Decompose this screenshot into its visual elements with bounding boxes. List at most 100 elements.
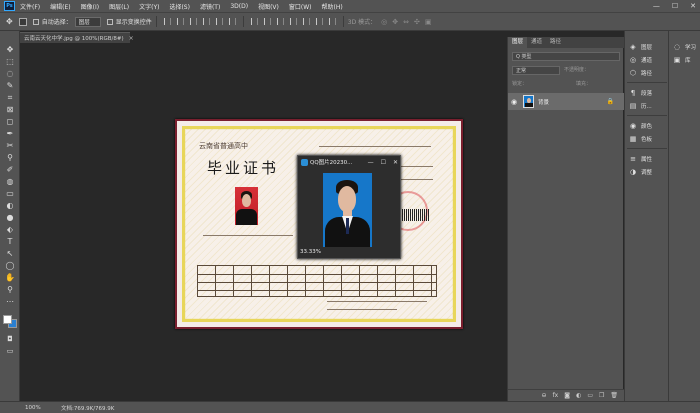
3d-mode-label: 3D 模式： — [347, 19, 377, 26]
align-top-icon[interactable] — [202, 18, 210, 25]
visibility-eye-icon[interactable]: ◉ — [511, 98, 519, 106]
frame-tool-icon[interactable]: ⊠ — [5, 105, 15, 114]
shape-tool-icon[interactable]: ◯ — [5, 261, 15, 270]
auto-select-checkbox[interactable] — [32, 18, 39, 25]
channels-icon: ◎ — [629, 56, 637, 64]
edit-toolbar-icon[interactable]: ⋯ — [5, 297, 15, 306]
marquee-tool-icon[interactable]: ⬚ — [5, 57, 15, 66]
photo-face — [242, 194, 251, 207]
align-left-icon[interactable] — [163, 18, 171, 25]
adjustments-icon: ◑ — [629, 168, 637, 176]
minimize-button[interactable]: — — [653, 2, 660, 10]
tab-layers[interactable]: 图层 — [508, 37, 528, 48]
document-tab[interactable]: 云南云天化中学.jpg @ 100%(RGB/8#) × — [20, 32, 134, 43]
viewer-maximize-button[interactable]: ☐ — [381, 159, 386, 166]
layer-row-background[interactable]: ◉ 背景 🔒 — [508, 93, 624, 110]
viewer-minimize-button[interactable]: — — [368, 159, 374, 166]
align-right-icon[interactable] — [189, 18, 197, 25]
panel-history-button[interactable]: ▤ 历... — [629, 101, 652, 111]
path-select-tool-icon[interactable]: ↖ — [5, 249, 15, 258]
show-transform-checkbox[interactable] — [106, 18, 113, 25]
close-button[interactable]: ✕ — [690, 2, 696, 10]
eyedropper-tool-icon[interactable]: ◻ — [5, 117, 15, 126]
panel-paragraph-button[interactable]: ¶ 段落 — [629, 88, 652, 98]
panel-layers-button[interactable]: ◈ 图层 — [629, 42, 652, 52]
menu-3d[interactable]: 3D(D) — [230, 3, 248, 10]
blur-tool-icon[interactable]: ◐ — [5, 201, 15, 210]
panel-properties-button[interactable]: ≡ 属性 — [629, 154, 652, 164]
menu-image[interactable]: 图像(I) — [81, 2, 99, 11]
viewer-close-button[interactable]: ✕ — [393, 159, 398, 166]
new-group-icon[interactable]: ▭ — [587, 392, 593, 399]
tab-channels[interactable]: 通道 — [527, 37, 546, 48]
properties-icon: ≡ — [630, 155, 636, 163]
dodge-tool-icon[interactable]: ● — [5, 213, 15, 222]
history-brush-tool-icon[interactable]: ✐ — [5, 165, 15, 174]
thumb-suit — [525, 103, 533, 107]
distribute-top-icon[interactable] — [250, 18, 258, 25]
viewer-titlebar[interactable]: QQ图片20230... — ☐ ✕ — [298, 156, 400, 168]
menu-edit[interactable]: 编辑(E) — [50, 2, 70, 11]
blend-mode-select[interactable]: 正常 — [512, 66, 560, 75]
distribute-middle-icon[interactable] — [263, 18, 271, 25]
menu-help[interactable]: 帮助(H) — [322, 2, 343, 11]
maximize-button[interactable]: ☐ — [672, 2, 678, 10]
zoom-tool-icon[interactable]: ⚲ — [5, 285, 15, 294]
clone-stamp-tool-icon[interactable]: ⚲ — [5, 153, 15, 162]
menu-layer[interactable]: 图层(L) — [109, 2, 129, 11]
menu-file[interactable]: 文件(F) — [20, 2, 40, 11]
brush-tool-icon[interactable]: ✂ — [5, 141, 15, 150]
panel-channels-button[interactable]: ◎ 通道 — [629, 55, 652, 65]
tool-preset-picker[interactable] — [18, 17, 27, 26]
delete-layer-icon[interactable]: 🗑 — [610, 392, 618, 399]
panel-color-button[interactable]: ◉ 颜色 — [629, 121, 652, 131]
foreground-color-swatch[interactable] — [3, 315, 12, 324]
screen-mode-icon[interactable]: ▭ — [5, 347, 15, 356]
align-middle-icon[interactable] — [215, 18, 223, 25]
panel-paths-button[interactable]: ⬡ 路径 — [629, 68, 652, 78]
certificate-grades-table — [197, 265, 437, 297]
close-tab-icon[interactable]: × — [129, 35, 134, 42]
gradient-tool-icon[interactable]: ▭ — [5, 189, 15, 198]
menu-type[interactable]: 文字(Y) — [139, 2, 159, 11]
new-layer-icon[interactable]: ❐ — [599, 392, 604, 399]
eraser-tool-icon[interactable]: ◍ — [5, 177, 15, 186]
move-tool-icon[interactable]: ✥ — [5, 45, 15, 54]
table-row-line — [198, 274, 436, 275]
move-tool-icon[interactable]: ✥ — [6, 17, 13, 26]
menu-view[interactable]: 视图(V) — [258, 2, 279, 11]
lasso-tool-icon[interactable]: ◌ — [5, 69, 15, 78]
layer-filter-select[interactable]: Q 类型 — [512, 52, 620, 61]
layer-style-icon[interactable]: fx — [553, 392, 559, 399]
3d-mode-icons[interactable]: ◎✥⇔✣▣ — [381, 18, 436, 26]
panel-adjustments-button[interactable]: ◑ 调整 — [629, 167, 652, 177]
pen-tool-icon[interactable]: ⬖ — [5, 225, 15, 234]
adjustment-layer-icon[interactable]: ◐ — [576, 392, 581, 399]
healing-brush-tool-icon[interactable]: ✒ — [5, 129, 15, 138]
crop-tool-icon[interactable]: ⌗ — [5, 93, 15, 102]
auto-select-dropdown[interactable]: 图层 — [74, 16, 101, 27]
menu-filter[interactable]: 滤镜(T) — [200, 2, 220, 11]
panel-learn-button[interactable]: ◌ 学习 — [673, 42, 696, 52]
distribute-right-icon[interactable] — [315, 18, 323, 25]
quick-select-tool-icon[interactable]: ✎ — [5, 81, 15, 90]
panel-swatches-button[interactable]: ▦ 色板 — [629, 134, 652, 144]
align-center-icon[interactable] — [176, 18, 184, 25]
quick-mask-icon[interactable]: ◘ — [5, 335, 15, 344]
image-viewer-window[interactable]: QQ图片20230... — ☐ ✕ 33.33% — [297, 155, 401, 259]
distribute-bottom-icon[interactable] — [276, 18, 284, 25]
menu-select[interactable]: 选择(S) — [169, 2, 190, 11]
auto-align-icon[interactable] — [328, 18, 336, 25]
align-bottom-icon[interactable] — [228, 18, 236, 25]
status-zoom[interactable]: 100% — [25, 405, 53, 411]
menu-window[interactable]: 窗口(W) — [289, 2, 312, 11]
link-layers-icon[interactable]: ⊖ — [542, 392, 547, 399]
tab-paths[interactable]: 路径 — [546, 37, 565, 48]
layers-icon: ◈ — [630, 43, 636, 51]
hand-tool-icon[interactable]: ✋ — [5, 273, 15, 282]
add-mask-icon[interactable]: ◙ — [564, 392, 570, 399]
distribute-center-icon[interactable] — [302, 18, 310, 25]
type-tool-icon[interactable]: T — [5, 237, 15, 246]
distribute-left-icon[interactable] — [289, 18, 297, 25]
panel-libraries-button[interactable]: ▣ 库 — [673, 55, 691, 65]
